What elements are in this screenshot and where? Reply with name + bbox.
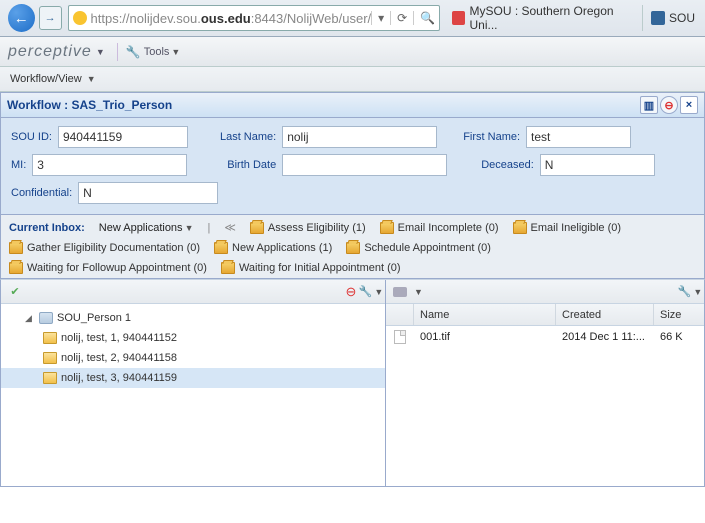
inbox-chip-schedule-appointment[interactable]: Schedule Appointment (0): [346, 242, 491, 254]
tree-item-label: nolij, test, 2, 940441158: [61, 352, 177, 364]
file-icon: [394, 330, 406, 344]
inbox-selected: New Applications: [99, 222, 183, 234]
file-row[interactable]: 001.tif 2014 Dec 1 11:... 66 K: [386, 326, 704, 348]
person-icon: [39, 312, 53, 324]
deceased-input[interactable]: [540, 154, 655, 176]
inbox-selector[interactable]: New Applications ▼: [99, 222, 194, 234]
col-size[interactable]: Size: [654, 304, 704, 325]
panel-tool-icon[interactable]: ▥: [640, 96, 658, 114]
tree-root-label: SOU_Person 1: [57, 312, 131, 324]
separator: |: [207, 222, 210, 234]
mi-label: MI:: [11, 159, 26, 171]
file-pane: ▼ 🔧▼ Name Created Size 001.tif 2014 Dec …: [386, 280, 704, 486]
scroll-left-icon[interactable]: ≪: [224, 221, 236, 234]
deceased-label: Deceased:: [481, 159, 534, 171]
box-icon: [513, 222, 527, 234]
chevron-down-icon: ▼: [183, 223, 194, 233]
tree-item-selected[interactable]: nolij, test, 3, 940441159: [1, 368, 385, 388]
url-text: https://nolijdev.sou.ous.edu:8443/NolijW…: [91, 11, 372, 26]
inbox-chip-email-ineligible[interactable]: Email Ineligible (0): [513, 222, 621, 234]
search-icon[interactable]: 🔍: [413, 11, 435, 25]
workflow-view-label: Workflow/View: [10, 73, 82, 85]
dropdown-icon[interactable]: ▾: [371, 11, 384, 25]
box-icon: [9, 242, 23, 254]
first-name-input[interactable]: [526, 126, 631, 148]
separator: [117, 43, 118, 61]
brand-label: perceptive: [8, 43, 92, 61]
inbox-chip-assess-eligibility[interactable]: Assess Eligibility (1): [250, 222, 366, 234]
current-inbox-label: Current Inbox:: [9, 222, 85, 234]
cancel-icon[interactable]: ⊖: [343, 284, 359, 300]
confidential-input[interactable]: [78, 182, 218, 204]
tree-item-label: nolij, test, 3, 940441159: [61, 372, 177, 384]
tab-label: SOU: [669, 11, 695, 25]
workflow-view-menu[interactable]: Workflow/View ▼: [0, 67, 705, 92]
tools-label: Tools: [144, 46, 170, 58]
inbox-chip-new-applications[interactable]: New Applications (1): [214, 242, 332, 254]
box-icon: [380, 222, 394, 234]
camera-icon[interactable]: [392, 284, 408, 300]
col-created[interactable]: Created: [556, 304, 654, 325]
wrench-icon[interactable]: 🔧▼: [363, 284, 379, 300]
file-size: 66 K: [654, 331, 704, 343]
col-name[interactable]: Name: [414, 304, 556, 325]
tab-sou[interactable]: SOU: [642, 5, 701, 31]
folder-icon: [43, 332, 57, 344]
tab-mysou[interactable]: MySOU : Southern Oregon Uni...: [446, 5, 642, 31]
site-favicon: [73, 11, 87, 25]
confidential-label: Confidential:: [11, 187, 72, 199]
result-tree[interactable]: ◢ SOU_Person 1 nolij, test, 1, 940441152…: [1, 304, 385, 486]
box-icon: [214, 242, 228, 254]
address-bar[interactable]: https://nolijdev.sou.ous.edu:8443/NolijW…: [68, 5, 441, 31]
mysou-favicon-icon: [452, 11, 465, 25]
chevron-down-icon[interactable]: ▼: [412, 287, 423, 297]
wrench-icon[interactable]: 🔧▼: [682, 284, 698, 300]
tree-root[interactable]: ◢ SOU_Person 1: [1, 308, 385, 328]
wrench-icon: 🔧: [126, 45, 141, 59]
mi-input[interactable]: [32, 154, 187, 176]
inbox-chip-email-incomplete[interactable]: Email Incomplete (0): [380, 222, 499, 234]
birth-date-input[interactable]: [282, 154, 447, 176]
file-created: 2014 Dec 1 11:...: [556, 331, 654, 343]
box-icon: [9, 262, 23, 274]
search-form: SOU ID: Last Name: First Name: MI: Birth…: [0, 118, 705, 215]
tab-label: MySOU : Southern Oregon Uni...: [469, 4, 636, 32]
folder-icon: [43, 372, 57, 384]
collapse-icon[interactable]: ◢: [25, 313, 35, 324]
box-icon: [250, 222, 264, 234]
inbox-chip-waiting-followup[interactable]: Waiting for Followup Appointment (0): [9, 262, 207, 274]
sou-id-input[interactable]: [58, 126, 188, 148]
chevron-down-icon: ▼: [85, 74, 96, 84]
folder-icon: [43, 352, 57, 364]
forward-button[interactable]: →: [39, 6, 62, 30]
first-name-label: First Name:: [463, 131, 520, 143]
chevron-down-icon: ▼: [169, 47, 180, 57]
check-icon[interactable]: ✔: [7, 284, 23, 300]
tree-item[interactable]: nolij, test, 1, 940441152: [1, 328, 385, 348]
birth-date-label: Birth Date: [227, 159, 276, 171]
last-name-input[interactable]: [282, 126, 437, 148]
reload-icon[interactable]: ⟳: [390, 11, 407, 25]
tree-pane: ✔ ⊖ 🔧▼ ◢ SOU_Person 1 nolij, test, 1, 94…: [1, 280, 386, 486]
tree-item-label: nolij, test, 1, 940441152: [61, 332, 177, 344]
panel-close-icon[interactable]: ⊖: [660, 96, 678, 114]
panel-title: Workflow : SAS_Trio_Person: [7, 98, 638, 112]
app-toolbar: perceptive ▼ 🔧 Tools ▼: [0, 37, 705, 67]
sou-favicon-icon: [651, 11, 665, 25]
workflow-panel-header: Workflow : SAS_Trio_Person ▥ ⊖ ×: [0, 92, 705, 118]
inbox-panel: Current Inbox: New Applications ▼ | ≪ As…: [0, 215, 705, 279]
box-icon: [221, 262, 235, 274]
inbox-chip-gather-eligibility[interactable]: Gather Eligibility Documentation (0): [9, 242, 200, 254]
back-button[interactable]: ←: [8, 4, 35, 32]
box-icon: [346, 242, 360, 254]
file-list-header: Name Created Size: [386, 304, 704, 326]
inbox-chip-waiting-initial[interactable]: Waiting for Initial Appointment (0): [221, 262, 401, 274]
last-name-label: Last Name:: [220, 131, 276, 143]
file-name: 001.tif: [414, 331, 556, 343]
tools-menu[interactable]: 🔧 Tools ▼: [126, 45, 181, 59]
brand-dropdown-icon[interactable]: ▼: [92, 47, 109, 57]
panel-x-icon[interactable]: ×: [680, 96, 698, 114]
tree-item[interactable]: nolij, test, 2, 940441158: [1, 348, 385, 368]
sou-id-label: SOU ID:: [11, 131, 52, 143]
